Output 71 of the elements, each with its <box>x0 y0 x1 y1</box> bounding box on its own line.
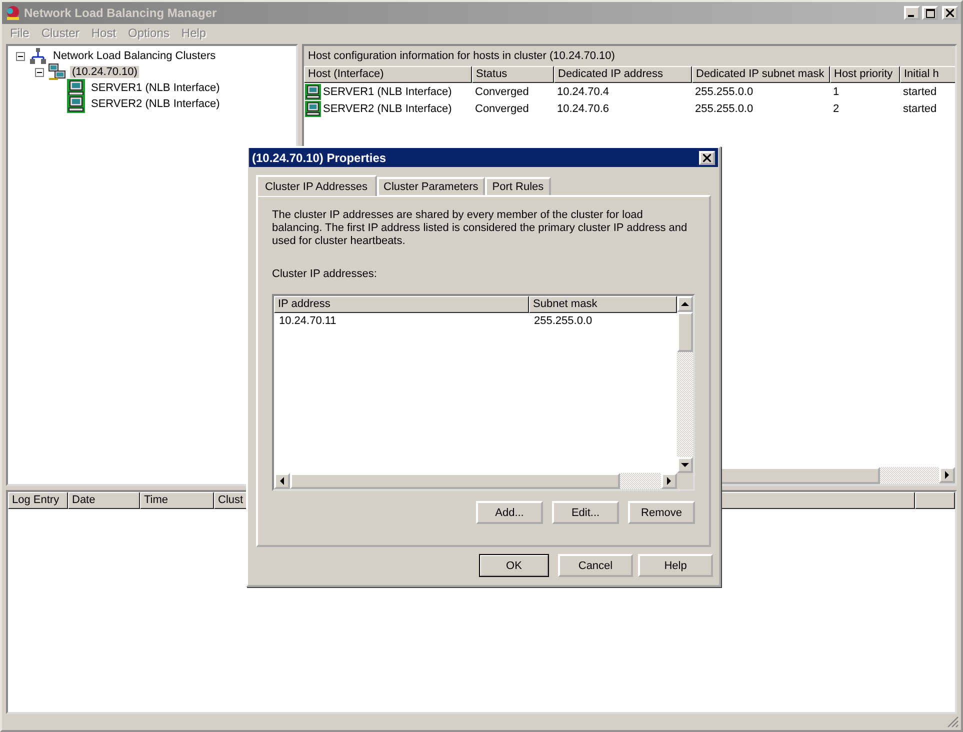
close-icon <box>703 154 711 162</box>
maximize-button[interactable] <box>922 6 938 20</box>
table-cell: 10.24.70.6 <box>557 102 609 114</box>
computer-icon <box>67 95 85 113</box>
table-cell: started <box>903 102 937 114</box>
table-cell: Converged <box>475 102 529 114</box>
app-icon <box>5 5 21 21</box>
collapse-toggle[interactable] <box>16 52 25 60</box>
column-header[interactable]: Host (Interface) <box>304 66 472 83</box>
window-title: Network Load Balancing Manager <box>24 6 218 20</box>
dialog-button[interactable]: Help <box>638 554 713 577</box>
table-cell: SERVER2 (NLB Interface) <box>323 102 452 114</box>
arrow-left-icon <box>279 477 285 485</box>
column-header[interactable]: Status <box>472 66 554 83</box>
column-header[interactable]: Dedicated IP subnet mask <box>692 66 830 83</box>
scroll-thumb[interactable] <box>290 473 620 489</box>
list-cell-text: 10.24.70.11 <box>278 314 338 329</box>
close-button[interactable] <box>699 150 715 164</box>
computer-icon <box>305 100 321 116</box>
table-cell: Converged <box>475 86 529 98</box>
list-label: Cluster IP addresses: <box>272 268 378 280</box>
tab[interactable]: Cluster Parameters <box>376 177 486 195</box>
panel-caption: Host configuration information for hosts in cluster (10.24.70.10) <box>307 49 616 64</box>
table-cell: 255.255.0.0 <box>695 102 754 114</box>
tab[interactable]: Cluster IP Addresses <box>256 175 377 196</box>
column-header[interactable] <box>915 492 955 509</box>
computer-icon <box>305 84 321 100</box>
arrow-right-icon <box>944 471 950 479</box>
maximize-icon <box>926 8 934 18</box>
table-cell: SERVER1 (NLB Interface) <box>323 86 452 98</box>
dialog-title: (10.24.70.10) Properties <box>252 150 386 164</box>
column-header[interactable]: Log Entry <box>8 492 68 509</box>
table-cell: started <box>903 86 937 98</box>
list-cell-text: 255.255.0.0 <box>533 314 594 329</box>
column-header[interactable]: Subnet mask <box>529 296 677 313</box>
vertical-scrollbar[interactable] <box>677 296 693 489</box>
tree-item[interactable]: SERVER1 (NLB Interface) <box>89 82 222 94</box>
column-header[interactable]: Initial h <box>900 66 955 83</box>
column-header[interactable]: Date <box>68 492 140 509</box>
dialog-button[interactable]: OK <box>479 554 549 577</box>
network-icon <box>29 47 47 65</box>
resize-grip-icon[interactable] <box>947 716 959 728</box>
computers-icon <box>48 63 66 81</box>
horizontal-scrollbar[interactable] <box>274 473 677 489</box>
table-cell: 255.255.0.0 <box>695 86 754 98</box>
column-header[interactable]: IP address <box>274 296 529 313</box>
tree-item[interactable]: (10.24.70.10) <box>70 66 140 78</box>
scroll-thumb[interactable] <box>677 312 693 352</box>
close-button[interactable] <box>942 6 958 20</box>
column-header[interactable]: Time <box>140 492 214 509</box>
list-action-button[interactable]: Add... <box>476 501 543 524</box>
dialog-button[interactable]: Cancel <box>558 554 633 577</box>
table-cell: 10.24.70.4 <box>557 86 609 98</box>
arrow-up-icon <box>681 301 689 307</box>
tree-item[interactable]: Network Load Balancing Clusters <box>51 50 218 62</box>
ip-address-list[interactable]: IP address Subnet mask 10.24.70.11 255.255.0.0 <box>272 294 695 491</box>
tab[interactable]: Port Rules <box>485 177 551 195</box>
scrollbar-corner <box>677 473 693 489</box>
minimize-button[interactable] <box>904 6 920 20</box>
list-action-button[interactable]: Edit... <box>552 501 619 524</box>
tree-item[interactable]: SERVER2 (NLB Interface) <box>89 98 222 110</box>
collapse-toggle[interactable] <box>35 68 44 76</box>
column-header[interactable]: Host priority <box>830 66 900 83</box>
arrow-right-icon <box>666 477 672 485</box>
description-text: The cluster IP addresses are shared by every member of the cluster for load balancing. The first IP address listed is considered the primary cluster IP address and used for cluster heartbeats. <box>272 209 688 248</box>
table-cell: 2 <box>833 102 840 114</box>
list-action-button[interactable]: Remove <box>628 501 695 524</box>
arrow-down-icon <box>681 462 689 468</box>
column-header[interactable]: Dedicated IP address <box>554 66 692 83</box>
table-cell: 1 <box>833 86 840 98</box>
close-icon <box>946 9 954 17</box>
